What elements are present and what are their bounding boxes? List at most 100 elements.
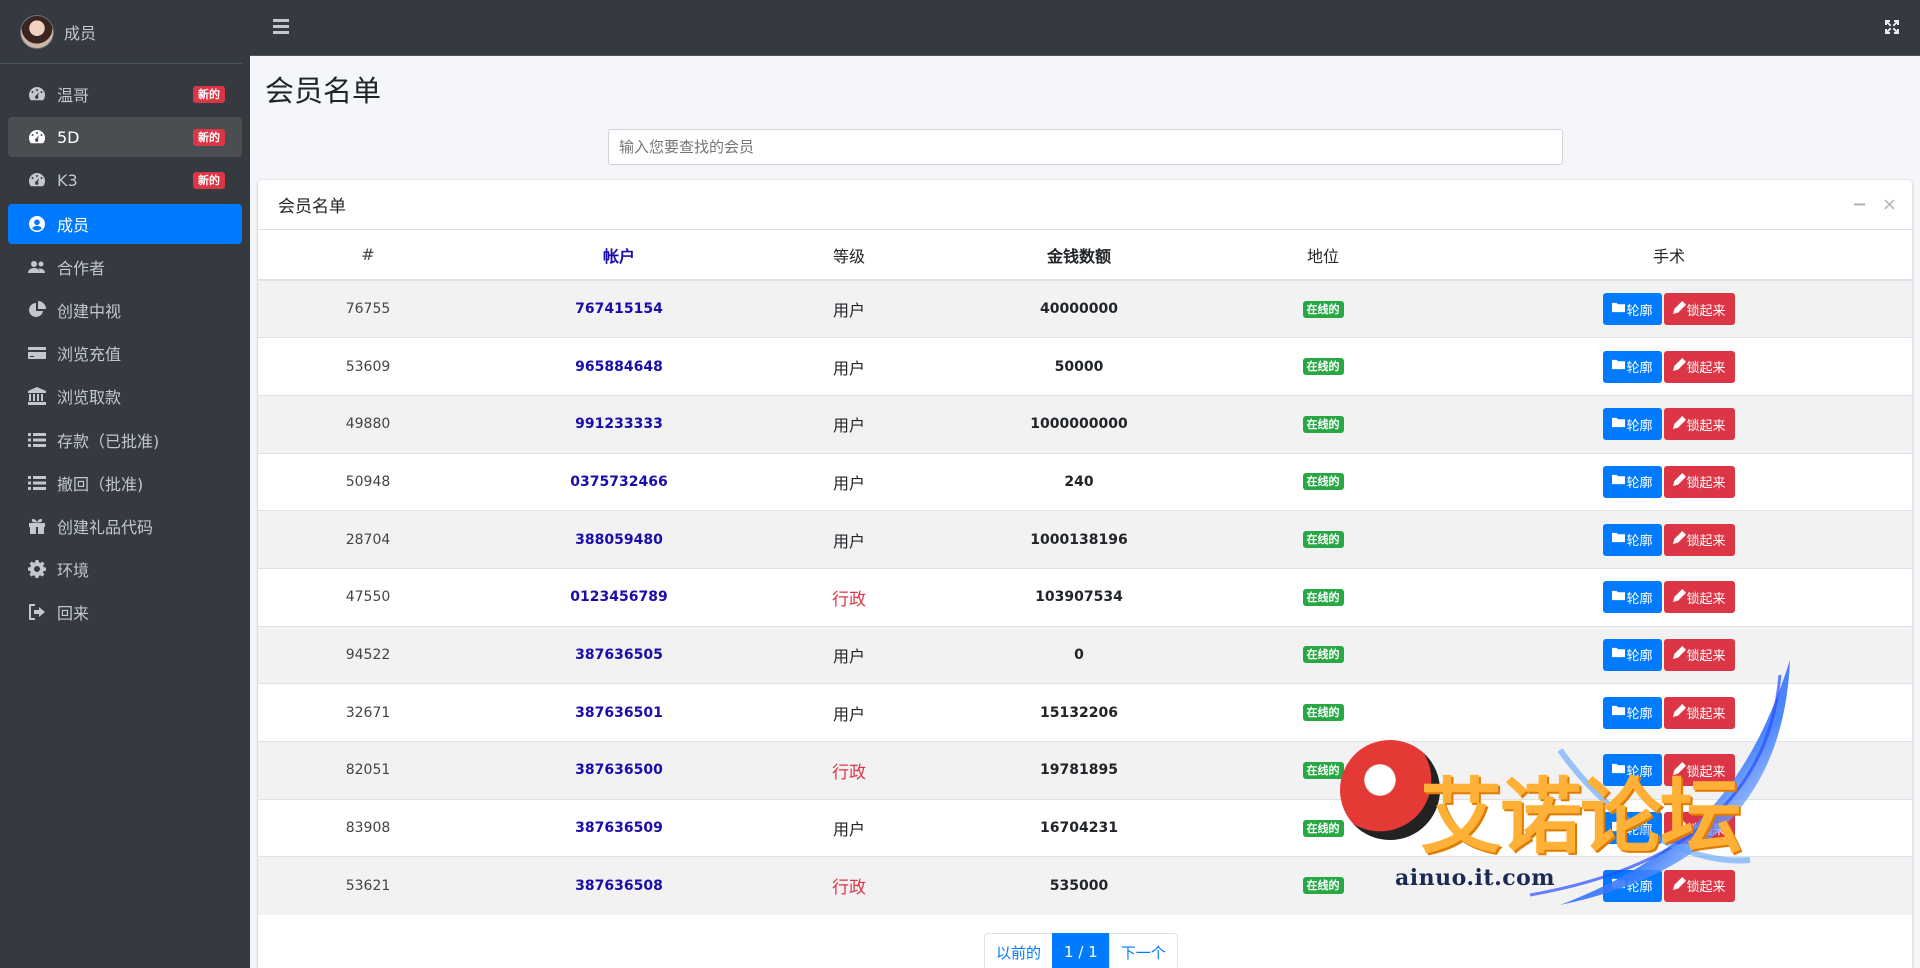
pencil-icon xyxy=(1672,819,1687,837)
user-name: 成员 xyxy=(64,23,97,43)
sidebar-item-partners[interactable]: 合作者 xyxy=(8,247,242,287)
lock-button[interactable]: 锁起来 xyxy=(1663,408,1735,441)
view-profile-label: 轮廓 xyxy=(1626,303,1653,319)
view-profile-button[interactable]: 轮廓 xyxy=(1603,293,1662,326)
view-profile-label: 轮廓 xyxy=(1626,534,1653,550)
member-level: 用户 xyxy=(760,625,938,684)
close-icon[interactable]: × xyxy=(1882,196,1897,214)
member-level: 用户 xyxy=(760,510,938,569)
sidebar: 成员 温哥 新的 5D 新的 K3 新的 成员 合作者 创建中视 浏览充值 浏览取款 存款（已批准) 撤… xyxy=(0,0,250,968)
sidebar-item-wen-ge[interactable]: 温哥 新的 xyxy=(8,74,242,114)
users-icon xyxy=(27,257,47,277)
table-header-row: # 帐户 等级 金钱数额 地位 手术 xyxy=(258,230,1912,281)
view-profile-label: 轮廓 xyxy=(1626,764,1653,780)
menu-toggle-icon[interactable] xyxy=(273,19,289,35)
lock-button[interactable]: 锁起来 xyxy=(1663,754,1735,787)
view-profile-button[interactable]: 轮廓 xyxy=(1603,465,1662,498)
lock-button[interactable]: 锁起来 xyxy=(1663,638,1735,671)
account-link[interactable]: 0375732466 xyxy=(478,452,760,511)
member-list-card: 会员名单 − × # 帐户 等级 金钱数额 地位 手术 76755 7674151… xyxy=(258,180,1912,968)
folder-icon xyxy=(1612,704,1626,721)
account-link[interactable]: 767415154 xyxy=(478,279,760,338)
account-link[interactable]: 965884648 xyxy=(478,337,760,396)
view-profile-button[interactable]: 轮廓 xyxy=(1603,696,1662,729)
sidebar-item-k3[interactable]: K3 新的 xyxy=(8,160,242,200)
view-profile-label: 轮廓 xyxy=(1626,418,1653,434)
status-badge: 在线的 xyxy=(1302,415,1344,433)
account-link[interactable]: 387636509 xyxy=(478,798,760,857)
view-profile-button[interactable]: 轮廓 xyxy=(1603,638,1662,671)
lock-button[interactable]: 锁起来 xyxy=(1663,350,1735,383)
fullscreen-icon[interactable] xyxy=(1884,19,1900,35)
money-amount: 0 xyxy=(938,625,1220,684)
lock-button[interactable]: 锁起来 xyxy=(1663,869,1735,902)
view-profile-button[interactable]: 轮廓 xyxy=(1603,523,1662,556)
account-link[interactable]: 991233333 xyxy=(478,394,760,454)
folder-icon xyxy=(1612,589,1626,606)
table-row: 28704 388059480 用户 1000138196 在线的 轮廓 锁起来 xyxy=(258,510,1912,569)
view-profile-button[interactable]: 轮廓 xyxy=(1603,754,1662,787)
pencil-icon xyxy=(1672,473,1687,490)
user-panel[interactable]: 成员 xyxy=(0,0,242,64)
view-profile-button[interactable]: 轮廓 xyxy=(1603,812,1662,845)
account-link[interactable]: 388059480 xyxy=(478,510,760,569)
sidebar-item-withdraw-approved[interactable]: 撤回（批准) xyxy=(8,463,242,503)
pencil-icon xyxy=(1672,588,1687,606)
page-title: 会员名单 xyxy=(265,74,382,108)
lock-button[interactable]: 锁起来 xyxy=(1663,696,1735,729)
account-link[interactable]: 387636508 xyxy=(478,856,760,915)
view-profile-label: 轮廓 xyxy=(1626,591,1653,607)
sidebar-item-gift-code[interactable]: 创建礼品代码 xyxy=(8,506,242,546)
account-link[interactable]: 387636505 xyxy=(478,625,760,684)
gear-icon xyxy=(27,559,47,579)
sidebar-item-create[interactable]: 创建中视 xyxy=(8,290,242,330)
collapse-icon[interactable]: − xyxy=(1852,196,1867,214)
lock-label: 锁起来 xyxy=(1686,476,1726,492)
prev-page-button[interactable]: 以前的 xyxy=(984,933,1054,968)
view-profile-label: 轮廓 xyxy=(1626,476,1653,492)
status-badge: 在线的 xyxy=(1302,877,1344,895)
lock-label: 锁起来 xyxy=(1686,591,1726,607)
sidebar-item-label: 5D xyxy=(57,127,80,147)
sidebar-item-recharge[interactable]: 浏览充值 xyxy=(8,333,242,373)
folder-icon xyxy=(1612,531,1626,548)
money-amount: 1000138196 xyxy=(938,510,1220,569)
card-title: 会员名单 xyxy=(278,197,346,217)
folder-icon xyxy=(1612,416,1626,433)
sidebar-item-members[interactable]: 成员 xyxy=(8,203,242,244)
sidebar-item-label: 浏览充值 xyxy=(57,345,122,365)
status-badge: 在线的 xyxy=(1302,300,1344,318)
sidebar-item-settings[interactable]: 环境 xyxy=(8,549,242,589)
member-id: 49880 xyxy=(258,394,478,454)
lock-button[interactable]: 锁起来 xyxy=(1663,293,1735,326)
sidebar-item-deposit-approved[interactable]: 存款（已批准) xyxy=(8,420,242,460)
sidebar-item-label: 存款（已批准) xyxy=(57,431,160,451)
sidebar-item-back[interactable]: 回来 xyxy=(8,592,242,632)
member-search-input[interactable] xyxy=(608,129,1563,165)
lock-label: 锁起来 xyxy=(1686,764,1726,780)
sidebar-item-label: 撤回（批准) xyxy=(57,474,144,494)
sidebar-item-5d[interactable]: 5D 新的 xyxy=(8,117,242,158)
table-row: 94522 387636505 用户 0 在线的 轮廓 锁起来 xyxy=(258,625,1912,684)
member-id: 47550 xyxy=(258,567,478,627)
sidebar-item-withdraw[interactable]: 浏览取款 xyxy=(8,376,242,416)
lock-button[interactable]: 锁起来 xyxy=(1663,465,1735,498)
view-profile-button[interactable]: 轮廓 xyxy=(1603,408,1662,441)
gift-icon xyxy=(27,516,47,536)
view-profile-button[interactable]: 轮廓 xyxy=(1603,350,1662,383)
lock-button[interactable]: 锁起来 xyxy=(1663,581,1735,614)
view-profile-button[interactable]: 轮廓 xyxy=(1603,869,1662,902)
next-page-button[interactable]: 下一个 xyxy=(1108,933,1178,968)
pencil-icon xyxy=(1672,358,1687,375)
current-page[interactable]: 1 / 1 xyxy=(1052,933,1110,968)
account-link[interactable]: 387636500 xyxy=(478,741,760,800)
view-profile-label: 轮廓 xyxy=(1626,361,1653,377)
sidebar-item-label: 环境 xyxy=(57,561,90,581)
view-profile-button[interactable]: 轮廓 xyxy=(1603,581,1662,614)
account-link[interactable]: 387636501 xyxy=(478,683,760,742)
lock-button[interactable]: 锁起来 xyxy=(1663,523,1735,556)
account-link[interactable]: 0123456789 xyxy=(478,567,760,627)
new-badge: 新的 xyxy=(193,171,225,189)
member-id: 50948 xyxy=(258,452,478,511)
lock-button[interactable]: 锁起来 xyxy=(1663,812,1735,845)
